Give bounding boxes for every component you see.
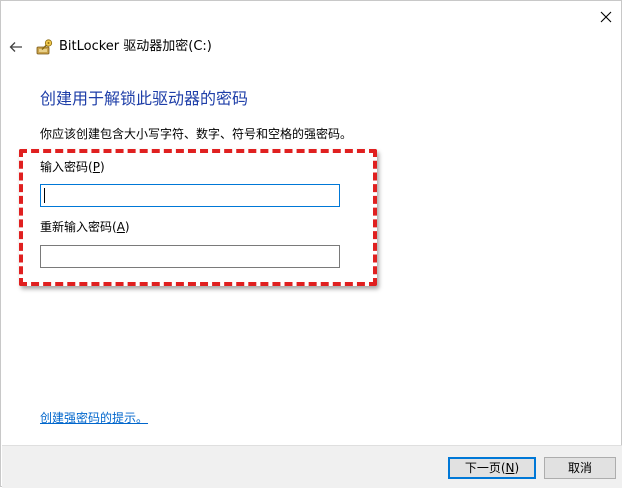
bitlocker-key-icon — [36, 39, 53, 55]
next-button[interactable]: 下一页(N) — [448, 457, 536, 479]
close-icon — [600, 11, 612, 23]
close-button[interactable] — [591, 3, 621, 31]
text-caret — [44, 188, 45, 203]
page-heading: 创建用于解锁此驱动器的密码 — [40, 89, 249, 108]
cancel-button[interactable]: 取消 — [544, 457, 616, 479]
window-title: BitLocker 驱动器加密(C:) — [59, 39, 212, 54]
confirm-password-input[interactable] — [40, 245, 340, 268]
dialog-footer: 下一页(N) 取消 — [2, 445, 622, 488]
password-label: 输入密码(P) — [40, 160, 105, 174]
bitlocker-dialog: BitLocker 驱动器加密(C:) 创建用于解锁此驱动器的密码 你应该创建包… — [0, 0, 622, 488]
confirm-password-label: 重新输入密码(A) — [40, 220, 130, 234]
page-description: 你应该创建包含大小写字符、数字、符号和空格的强密码。 — [40, 127, 353, 141]
strong-password-tips-link[interactable]: 创建强密码的提示。 — [40, 410, 148, 426]
back-arrow-icon — [9, 42, 22, 52]
password-input[interactable] — [40, 184, 340, 207]
back-button[interactable] — [5, 36, 27, 58]
